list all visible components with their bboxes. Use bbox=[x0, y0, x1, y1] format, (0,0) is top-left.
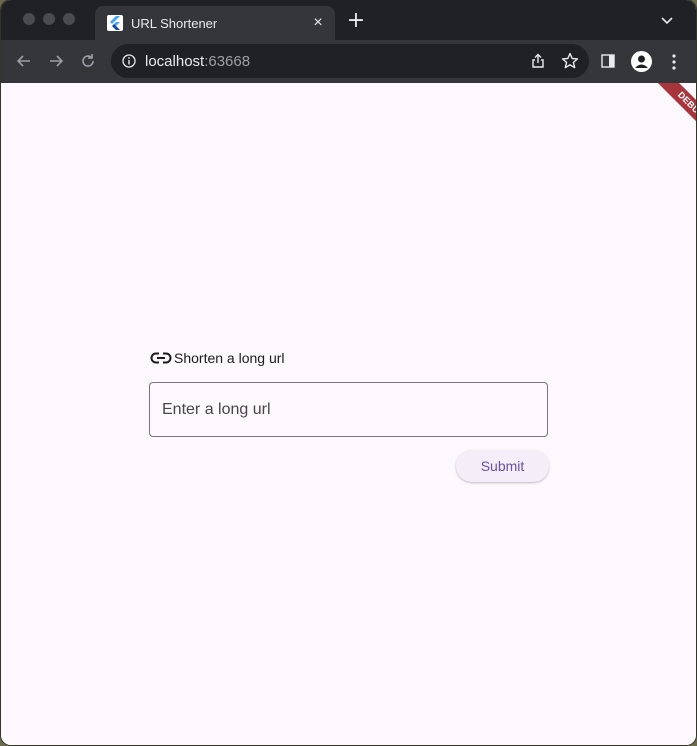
maximize-window-button[interactable] bbox=[63, 13, 75, 25]
shorten-heading: Shorten a long url bbox=[150, 348, 285, 368]
share-icon[interactable] bbox=[530, 53, 546, 69]
link-icon bbox=[150, 351, 172, 365]
tab-title: URL Shortener bbox=[131, 16, 218, 31]
back-arrow-icon[interactable] bbox=[14, 51, 34, 71]
reload-icon[interactable] bbox=[78, 51, 98, 71]
browser-toolbar: localhost:63668 bbox=[1, 40, 696, 83]
long-url-input[interactable] bbox=[149, 382, 548, 437]
url-port: :63668 bbox=[204, 53, 251, 70]
info-icon[interactable] bbox=[122, 54, 136, 68]
page-content: Shorten a long url Submit bbox=[1, 83, 696, 745]
address-bar[interactable]: localhost:63668 bbox=[111, 44, 589, 78]
debug-label: DEBUG bbox=[653, 83, 696, 143]
side-panel-icon[interactable] bbox=[601, 54, 615, 68]
tab-strip: URL Shortener × + bbox=[1, 0, 696, 40]
chevron-down-icon[interactable] bbox=[660, 14, 674, 28]
submit-button[interactable]: Submit bbox=[456, 450, 549, 482]
profile-avatar-icon[interactable] bbox=[631, 51, 652, 72]
flutter-icon bbox=[107, 15, 123, 31]
debug-banner: DEBUG bbox=[636, 83, 696, 143]
heading-label: Shorten a long url bbox=[174, 350, 285, 366]
url-text[interactable]: localhost:63668 bbox=[145, 53, 250, 70]
url-host: localhost bbox=[145, 53, 205, 70]
more-menu-icon[interactable] bbox=[671, 53, 677, 71]
new-tab-button[interactable]: + bbox=[345, 10, 367, 32]
close-window-button[interactable] bbox=[23, 13, 35, 25]
browser-window: URL Shortener × + localhost:63668 Shorte… bbox=[1, 0, 696, 745]
minimize-window-button[interactable] bbox=[43, 13, 55, 25]
forward-arrow-icon[interactable] bbox=[46, 51, 66, 71]
tab-url-shortener[interactable]: URL Shortener × bbox=[95, 6, 335, 40]
close-tab-icon[interactable]: × bbox=[309, 14, 327, 32]
bookmark-star-icon[interactable] bbox=[561, 52, 579, 70]
